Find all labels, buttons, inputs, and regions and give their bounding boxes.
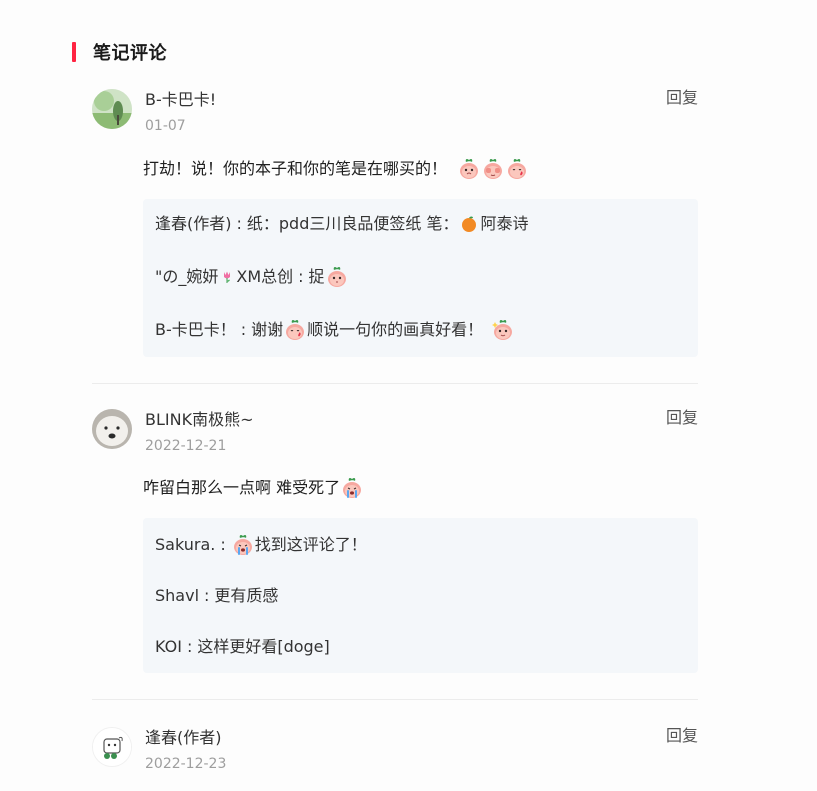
comment-content: 打劫！说！你的本子和你的笔是在哪买的！ xyxy=(143,157,529,181)
reply-text: 更有质感 xyxy=(214,586,279,605)
comment-item: BLINK南极熊~ 2022-12-21 回复 咋留白那么一点啊 难受死了 Sa… xyxy=(92,407,698,674)
peach-face-icon xyxy=(326,266,348,288)
reply-item: 逢春(作者) : 纸：pdd三川良品便签纸 笔： 阿泰诗 xyxy=(155,212,528,236)
reply-text: 纸：pdd三川良品便签纸 笔： xyxy=(246,214,459,233)
comment-date: 2022-12-21 xyxy=(145,438,227,454)
reply-separator: : xyxy=(240,320,247,339)
reply-separator: : xyxy=(220,535,226,554)
comment-text: 咋留白那么一点啊 难受死了 xyxy=(143,478,341,497)
reply-separator: : xyxy=(236,214,242,233)
peach-cover-face-icon xyxy=(482,158,504,180)
reply-button[interactable]: 回复 xyxy=(666,407,698,429)
reply-box: Sakura. : 找到这评论了！ Shavl: 更有质感 KOI: 这样更… xyxy=(143,518,698,673)
reply-author[interactable]: B-卡巴卡！ xyxy=(155,318,236,342)
reply-text: 捉 xyxy=(308,267,325,286)
reply-item: Shavl : 更有质感 xyxy=(155,584,278,608)
reply-item: Sakura. : 找到这评论了！ xyxy=(155,533,367,557)
reply-separator: : xyxy=(186,637,193,656)
reply-author[interactable]: 逢春(作者) xyxy=(155,212,232,236)
comment-author[interactable]: B-卡巴卡! xyxy=(145,89,216,111)
peach-blush-face-icon xyxy=(506,158,528,180)
reply-item: KOI : 这样更好看[doge] xyxy=(155,635,330,659)
peach-sparkle-face-icon xyxy=(492,319,514,341)
comment-item: B-卡巴卡! 01-07 回复 打劫！说！你的本子和你的笔是在哪买的！ 逢春(作… xyxy=(92,87,698,359)
reply-item: B-卡巴卡！ : 谢谢 顺说一句你的画真好看！ xyxy=(155,318,515,342)
comment-date: 01-07 xyxy=(145,118,186,134)
comment-date: 2022-12-23 xyxy=(145,756,227,772)
reply-box: 逢春(作者) : 纸：pdd三川良品便签纸 笔： 阿泰诗 "の_婉妍 XM总创 … xyxy=(143,199,698,357)
reply-text: 这样更好看[doge] xyxy=(197,637,330,656)
tulip-icon xyxy=(220,270,234,284)
reply-author[interactable]: Shavl xyxy=(155,584,199,608)
reply-author[interactable]: "の_婉妍 xyxy=(155,265,218,289)
reply-item: "の_婉妍 XM总创 : 捉 xyxy=(155,265,349,289)
comment-author[interactable]: 逢春(作者) xyxy=(145,727,222,749)
reply-author[interactable]: Sakura. xyxy=(155,533,215,557)
reply-separator: : xyxy=(204,586,210,605)
section-header: 笔记评论 xyxy=(72,40,167,64)
comment-item: 逢春(作者) 2022-12-23 回复 xyxy=(92,725,698,787)
polar-bear-avatar[interactable] xyxy=(92,409,132,449)
section-title: 笔记评论 xyxy=(93,43,167,64)
reply-author[interactable]: KOI xyxy=(155,635,182,659)
green-landscape-avatar[interactable] xyxy=(92,89,132,129)
peach-crying-face-icon xyxy=(341,477,363,499)
reply-text-tail: 顺说一句你的画真好看！ xyxy=(307,320,484,339)
peach-crying-face-icon xyxy=(232,534,254,556)
orange-fruit-icon xyxy=(460,215,478,233)
reply-text-tail: 找到这评论了！ xyxy=(254,535,367,554)
comment-divider xyxy=(92,383,698,384)
reply-text: 谢谢 xyxy=(251,320,284,339)
reply-author-suffix: XM总创 xyxy=(236,267,294,286)
comment-text: 打劫！说！你的本子和你的笔是在哪买的！ xyxy=(143,159,448,178)
comment-author[interactable]: BLINK南极熊~ xyxy=(145,409,253,431)
peach-cry-face-icon xyxy=(458,158,480,180)
reply-button[interactable]: 回复 xyxy=(666,87,698,109)
peach-blush-face-icon xyxy=(284,319,306,341)
reply-text-tail: 阿泰诗 xyxy=(480,214,529,233)
comment-divider xyxy=(92,699,698,700)
reply-button[interactable]: 回复 xyxy=(666,725,698,747)
accent-bar xyxy=(72,42,76,62)
comment-content: 咋留白那么一点啊 难受死了 xyxy=(143,476,364,500)
note-comments-section: 笔记评论 B-卡巴卡! 01-07 回复 打劫！说！你的本子和你的笔是在哪买的！ xyxy=(0,0,817,791)
sketch-character-avatar[interactable] xyxy=(92,727,132,767)
reply-separator: : xyxy=(298,267,304,286)
